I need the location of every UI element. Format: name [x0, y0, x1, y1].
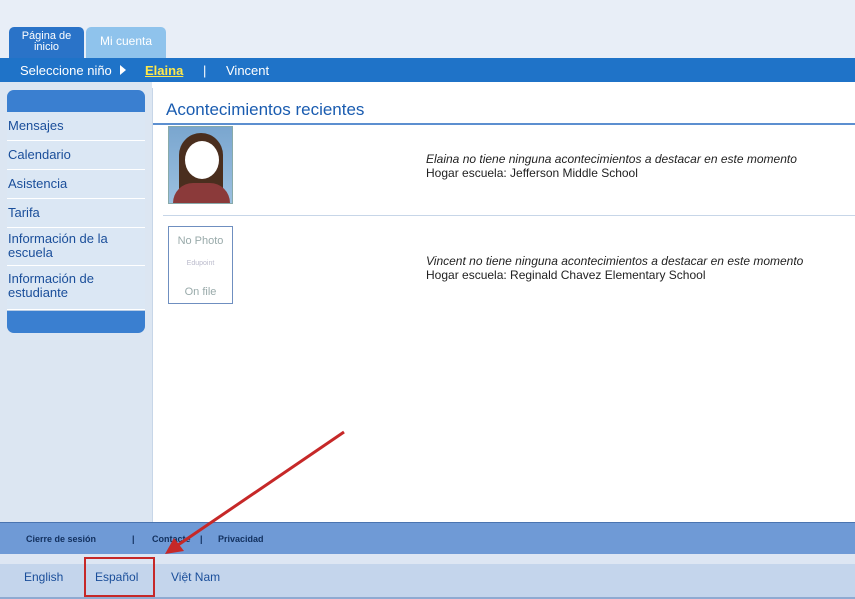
child-separator: |: [203, 63, 207, 78]
row-divider: [163, 215, 855, 216]
student-photo-vincent: No Photo Edupoint On file: [168, 226, 233, 304]
no-photo-brand: Edupoint: [186, 260, 215, 267]
sidebar-item-calendario[interactable]: Calendario: [7, 141, 145, 170]
language-vietnamese[interactable]: Việt Nam: [171, 570, 220, 584]
tab-account-label: Mi cuenta: [99, 34, 153, 48]
contact-link[interactable]: Contacte: [152, 534, 191, 544]
sidebar-item-tarifa[interactable]: Tarifa: [7, 199, 145, 228]
footer-separator: |: [132, 534, 135, 544]
child-selector-bar: Seleccione niño Elaina | Vincent: [0, 58, 855, 82]
event-school: Hogar escuela: Jefferson Middle School: [426, 166, 638, 180]
event-message: Elaina no tiene ninguna acontecimientos …: [426, 152, 797, 166]
no-photo-line2: On file: [184, 286, 217, 298]
event-elaina: Elaina no tiene ninguna acontecimientos …: [426, 152, 797, 180]
tab-home[interactable]: Página de inicio: [9, 27, 84, 58]
tab-my-account[interactable]: Mi cuenta: [86, 27, 166, 58]
logout-link[interactable]: Cierre de sesión: [26, 534, 96, 544]
no-photo-line1: No Photo: [177, 235, 224, 247]
privacy-link[interactable]: Privacidad: [218, 534, 264, 544]
sidebar-item-school-info[interactable]: Información de la escuela: [7, 228, 145, 266]
highlight-box: [84, 557, 155, 597]
sidebar-header: [7, 90, 145, 112]
main-content: Acontecimientos recientes Elaina no tien…: [152, 88, 855, 522]
footer-separator: |: [200, 534, 203, 544]
child-selector-label: Seleccione niño: [20, 63, 112, 78]
sidebar-footer: [7, 311, 145, 333]
sidebar-nav: Mensajes Calendario Asistencia Tarifa In…: [7, 90, 145, 333]
footer-bar: Cierre de sesión | Contacte | Privacidad: [0, 522, 855, 554]
sidebar-item-mensajes[interactable]: Mensajes: [7, 112, 145, 141]
sidebar-item-asistencia[interactable]: Asistencia: [7, 170, 145, 199]
sidebar-item-student-info[interactable]: Información de estudiante: [7, 266, 145, 310]
photo-face-blur: [185, 141, 219, 179]
student-photo-elaina: [168, 126, 233, 204]
child-link-vincent[interactable]: Vincent: [226, 63, 269, 78]
photo-body: [173, 183, 230, 203]
title-divider: [153, 123, 855, 125]
play-arrow-icon: [120, 65, 126, 75]
language-english[interactable]: English: [24, 570, 63, 584]
page-title: Acontecimientos recientes: [166, 100, 365, 119]
event-school: Hogar escuela: Reginald Chavez Elementar…: [426, 268, 706, 282]
child-link-elaina[interactable]: Elaina: [145, 63, 183, 78]
event-vincent: Vincent no tiene ninguna acontecimientos…: [426, 254, 803, 282]
tab-home-label: Página de inicio: [21, 30, 72, 53]
event-message: Vincent no tiene ninguna acontecimientos…: [426, 254, 804, 268]
